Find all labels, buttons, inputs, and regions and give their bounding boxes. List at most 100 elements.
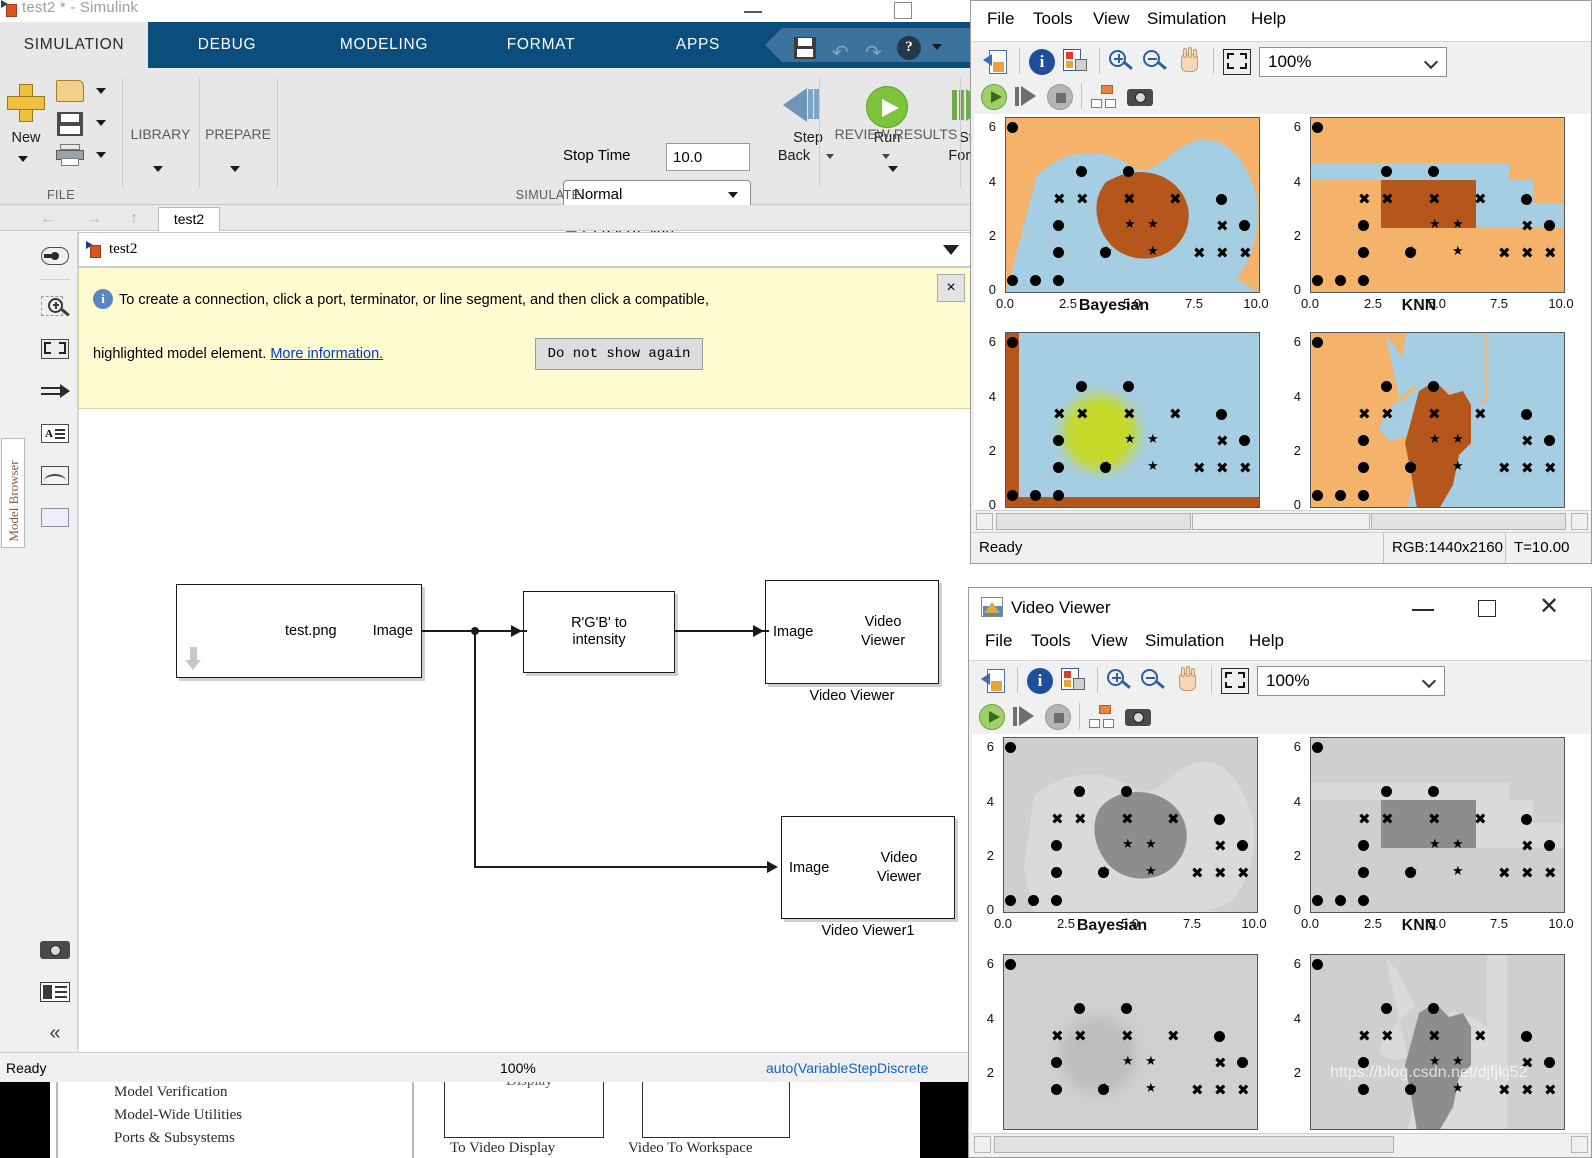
annotation-text-icon[interactable]: A	[40, 419, 70, 449]
wire-branch-down[interactable]	[474, 630, 476, 868]
open-icon[interactable]	[56, 80, 84, 102]
help-icon[interactable]: ?	[897, 36, 921, 60]
zoom-region-icon[interactable]	[40, 293, 70, 323]
info-icon[interactable]: i	[1027, 668, 1053, 694]
signal-arrow-icon[interactable]	[40, 377, 70, 407]
step-forward-icon[interactable]	[1013, 706, 1037, 728]
info-icon[interactable]: i	[1029, 49, 1055, 75]
vv2-menu-simulation[interactable]: Simulation	[1145, 631, 1224, 651]
vv2-minimize-button[interactable]	[1394, 588, 1456, 628]
forward-arrow-icon[interactable]: →	[86, 210, 102, 228]
tab-simulation[interactable]: SIMULATION	[0, 22, 148, 68]
fit-to-window-icon[interactable]	[1223, 49, 1251, 75]
vv2-menu-view[interactable]: View	[1091, 631, 1128, 651]
export-image-icon[interactable]	[981, 667, 1007, 695]
zoom-out-icon[interactable]	[1143, 50, 1167, 74]
print-chevron-icon[interactable]	[96, 152, 106, 158]
snapshot-icon[interactable]	[1125, 706, 1151, 728]
vv1-scroll-thumb-b[interactable]	[1192, 513, 1370, 530]
status-solver[interactable]: auto(VariableStepDiscrete	[766, 1060, 928, 1076]
model-canvas[interactable]: test.png Image R'G'B' to intensity Image…	[78, 409, 972, 1052]
save-icon[interactable]	[794, 37, 816, 59]
library-chevron-icon[interactable]	[153, 166, 163, 172]
do-not-show-again-button[interactable]: Do not show again	[535, 338, 703, 370]
tab-debug[interactable]: DEBUG	[148, 22, 306, 68]
explore-icon[interactable]	[40, 241, 70, 271]
back-arrow-icon[interactable]: ←	[40, 210, 56, 228]
tab-modeling[interactable]: MODELING	[306, 22, 462, 68]
run-icon[interactable]	[979, 704, 1005, 730]
ribbon-group-prepare[interactable]: PREPARE	[200, 68, 276, 205]
vv2-zoom-select[interactable]: 100%	[1257, 666, 1445, 696]
save-model-icon[interactable]	[57, 112, 83, 136]
save-chevron-icon[interactable]	[96, 120, 106, 126]
vv2-menu-file[interactable]: File	[985, 631, 1012, 651]
chevron-down-icon[interactable]	[932, 44, 942, 50]
vv1-menu-simulation[interactable]: Simulation	[1147, 9, 1226, 29]
collapse-palette-icon[interactable]: «	[40, 1019, 70, 1049]
tab-apps[interactable]: APPS	[620, 22, 776, 68]
rgb-to-intensity-block[interactable]: R'G'B' to intensity	[523, 591, 675, 673]
video-to-workspace-block[interactable]	[642, 1082, 790, 1138]
simulink-model-icon[interactable]	[1089, 705, 1115, 729]
video-viewer-block[interactable]: Image Video Viewer	[765, 580, 939, 684]
path-chevron-down-icon[interactable]	[943, 245, 959, 255]
model-info-icon[interactable]	[40, 977, 70, 1007]
ribbon-group-review-results[interactable]: REVIEW RESULTS	[820, 68, 972, 205]
to-video-display-block[interactable]	[444, 1082, 604, 1138]
canvas-tab-test2[interactable]: test2	[158, 207, 220, 231]
camera-snapshot-icon[interactable]	[40, 935, 70, 965]
up-arrow-icon[interactable]: ↑	[130, 210, 138, 228]
ribbon-group-library[interactable]: LIBRARY	[123, 68, 198, 205]
undo-icon[interactable]: ↶	[832, 40, 849, 65]
vv2-maximize-button[interactable]	[1456, 588, 1518, 628]
vv1-menu-file[interactable]: File	[987, 9, 1014, 29]
library-item-model-verification[interactable]: Model Verification	[114, 1084, 227, 1101]
vv1-zoom-select[interactable]: 100%	[1259, 47, 1447, 77]
vv1-menu-tools[interactable]: Tools	[1033, 9, 1073, 29]
vv2-hscrollbar[interactable]	[972, 1133, 1590, 1155]
vv2-close-button[interactable]: ✕	[1518, 588, 1580, 628]
vv1-scroll-left-icon[interactable]	[976, 513, 993, 530]
model-path-bar[interactable]: test2	[78, 232, 972, 267]
vv1-display-area[interactable]: 6 4 2 0 0.0 2.5 5.0 7.5 10.0 Bayesian ✖ …	[974, 114, 1590, 512]
minimize-button[interactable]	[730, 0, 776, 20]
fit-to-view-icon[interactable]	[40, 335, 70, 365]
colormap-icon[interactable]	[1063, 49, 1089, 75]
annotation-box-icon[interactable]	[40, 503, 70, 533]
new-model-icon[interactable]	[5, 82, 47, 124]
export-image-icon[interactable]	[983, 48, 1009, 76]
run-icon[interactable]	[981, 84, 1007, 110]
snapshot-icon[interactable]	[1127, 86, 1153, 108]
vv1-menu-view[interactable]: View	[1093, 9, 1130, 29]
new-chevron-icon[interactable]	[18, 156, 28, 162]
pan-icon[interactable]	[1177, 47, 1203, 76]
zoom-in-icon[interactable]	[1107, 669, 1131, 693]
image-from-file-block[interactable]: test.png Image	[176, 584, 422, 678]
vv2-scroll-thumb[interactable]	[994, 1136, 1394, 1153]
vv1-scroll-right-icon[interactable]	[1571, 513, 1588, 530]
open-chevron-icon[interactable]	[96, 88, 106, 94]
annotation-image-icon[interactable]	[40, 461, 70, 491]
vv2-display-area[interactable]: 6 4 2 0 0.0 2.5 5.0 7.5 10.0 Bayesian ✖ …	[972, 734, 1590, 1133]
vv2-menu-help[interactable]: Help	[1249, 631, 1284, 651]
simulink-model-icon[interactable]	[1091, 85, 1117, 109]
model-browser-tab[interactable]: Model Browser	[1, 438, 25, 548]
print-icon[interactable]	[56, 144, 84, 166]
video-viewer1-block[interactable]: Image Video Viewer	[781, 816, 955, 919]
vv2-menu-tools[interactable]: Tools	[1031, 631, 1071, 651]
library-item-model-wide-utilities[interactable]: Model-Wide Utilities	[114, 1107, 242, 1124]
wire-branch-right[interactable]	[474, 866, 769, 868]
library-item-ports-subsystems[interactable]: Ports & Subsystems	[114, 1130, 235, 1147]
vv1-scroll-thumb-c[interactable]	[1371, 513, 1566, 530]
redo-icon[interactable]: ↷	[865, 40, 882, 65]
prepare-chevron-icon[interactable]	[230, 166, 240, 172]
maximize-button[interactable]	[880, 0, 926, 20]
tab-format[interactable]: FORMAT	[462, 22, 620, 68]
stop-time-input[interactable]	[666, 143, 750, 171]
vv1-menu-help[interactable]: Help	[1251, 9, 1286, 29]
step-forward-icon[interactable]	[1015, 86, 1039, 108]
vv1-hscrollbar[interactable]	[974, 510, 1590, 532]
pan-icon[interactable]	[1175, 666, 1201, 695]
zoom-in-icon[interactable]	[1109, 50, 1133, 74]
